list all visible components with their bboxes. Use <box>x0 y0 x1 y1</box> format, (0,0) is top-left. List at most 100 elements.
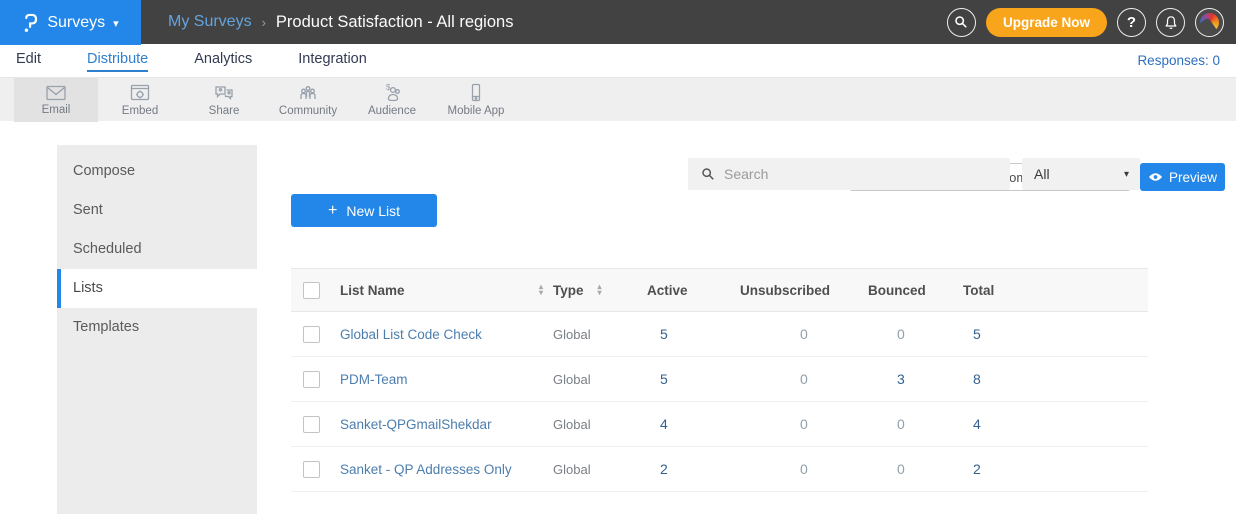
bounced-count[interactable]: 0 <box>897 416 905 432</box>
search-button[interactable] <box>947 8 976 37</box>
bell-icon <box>1164 15 1178 30</box>
list-type: Global <box>553 462 647 477</box>
header-actions: Upgrade Now ? <box>947 0 1224 44</box>
sidebar-item-sent[interactable]: Sent <box>57 191 257 230</box>
help-button[interactable]: ? <box>1117 8 1146 37</box>
embed-icon <box>128 84 152 104</box>
channel-label: Share <box>209 105 240 117</box>
app-logo[interactable]: Surveys ▾ <box>0 0 141 45</box>
lists-table: List Name ▴▾ Type ▴▾ Active Unsubscribed… <box>291 268 1148 492</box>
tab-analytics[interactable]: Analytics <box>194 51 252 72</box>
channel-label: Email <box>42 104 71 116</box>
channel-label: Embed <box>122 105 158 117</box>
page: Surveys ▾ My Surveys › Product Satisfact… <box>0 0 1236 514</box>
unsubscribed-count[interactable]: 0 <box>800 371 808 387</box>
list-name-link[interactable]: Sanket-QPGmailShekdar <box>340 417 492 432</box>
active-count[interactable]: 2 <box>660 461 668 477</box>
search-icon <box>954 15 968 29</box>
bounced-count[interactable]: 0 <box>897 461 905 477</box>
plus-icon: + <box>328 202 337 220</box>
upgrade-now-button[interactable]: Upgrade Now <box>986 8 1107 37</box>
channel-embed[interactable]: Embed <box>98 78 182 122</box>
eye-icon <box>1148 172 1163 182</box>
sort-icon[interactable]: ▴▾ <box>539 284 543 296</box>
search-icon <box>701 167 715 181</box>
distribute-toolbar: Email Embed Share <box>0 77 1236 121</box>
sidebar-item-lists[interactable]: Lists <box>57 269 257 308</box>
active-count[interactable]: 5 <box>660 326 668 342</box>
channel-mobile-app[interactable]: Mobile App <box>434 78 518 122</box>
total-count[interactable]: 2 <box>973 461 981 477</box>
email-icon <box>44 84 68 103</box>
new-list-button[interactable]: + New List <box>291 194 437 227</box>
breadcrumb: My Surveys › Product Satisfaction - All … <box>168 0 513 44</box>
table-header-row: List Name ▴▾ Type ▴▾ Active Unsubscribed… <box>291 268 1148 312</box>
list-type: Global <box>553 327 647 342</box>
sidebar-item-scheduled[interactable]: Scheduled <box>57 230 257 269</box>
list-name-link[interactable]: PDM-Team <box>340 372 408 387</box>
column-header-type[interactable]: Type ▴▾ <box>553 283 647 298</box>
new-list-label: New List <box>346 203 400 219</box>
chevron-down-icon: ▾ <box>1124 169 1129 180</box>
top-header: Surveys ▾ My Surveys › Product Satisfact… <box>0 0 1236 44</box>
active-count[interactable]: 5 <box>660 371 668 387</box>
questionpro-logo-icon <box>22 11 39 35</box>
column-header-list-name[interactable]: List Name ▴▾ <box>340 283 553 298</box>
table-row: PDM-Team Global 5 0 3 8 <box>291 357 1148 402</box>
tab-integration[interactable]: Integration <box>298 51 367 72</box>
avatar[interactable] <box>1195 8 1224 37</box>
notifications-button[interactable] <box>1156 8 1185 37</box>
unsubscribed-count[interactable]: 0 <box>800 416 808 432</box>
preview-button[interactable]: Preview <box>1140 163 1225 191</box>
column-header-active: Active <box>647 283 740 298</box>
bounced-count[interactable]: 0 <box>897 326 905 342</box>
unsubscribed-count[interactable]: 0 <box>800 326 808 342</box>
tab-edit[interactable]: Edit <box>16 51 41 72</box>
tab-distribute[interactable]: Distribute <box>87 51 148 72</box>
channel-audience[interactable]: $ Audience <box>350 78 434 122</box>
search-input[interactable] <box>724 166 1010 182</box>
bounced-count[interactable]: 3 <box>897 371 905 387</box>
audience-icon: $ <box>380 84 404 104</box>
filter-dropdown[interactable]: All ▾ <box>1022 158 1140 190</box>
channel-community[interactable]: Community <box>266 78 350 122</box>
email-sidebar: Compose Sent Scheduled Lists Templates <box>57 145 257 514</box>
channel-email[interactable]: Email <box>14 78 98 122</box>
total-count[interactable]: 4 <box>973 416 981 432</box>
unsubscribed-count[interactable]: 0 <box>800 461 808 477</box>
list-name-link[interactable]: Sanket - QP Addresses Only <box>340 462 512 477</box>
total-count[interactable]: 5 <box>973 326 981 342</box>
responses-count[interactable]: Responses: 0 <box>1137 53 1220 68</box>
breadcrumb-my-surveys[interactable]: My Surveys <box>168 13 252 31</box>
list-type: Global <box>553 372 647 387</box>
channel-label: Mobile App <box>448 105 505 117</box>
table-row: Sanket - QP Addresses Only Global 2 0 0 … <box>291 447 1148 492</box>
channel-items: Email Embed Share <box>14 78 518 122</box>
question-mark-icon: ? <box>1127 14 1136 31</box>
select-all-checkbox[interactable] <box>303 282 320 299</box>
active-count[interactable]: 4 <box>660 416 668 432</box>
column-header-bounced: Bounced <box>868 283 963 298</box>
sort-icon[interactable]: ▴▾ <box>598 284 602 296</box>
row-checkbox[interactable] <box>303 461 320 478</box>
preview-label: Preview <box>1169 170 1217 185</box>
product-name: Surveys <box>47 14 105 32</box>
survey-nav: Edit Distribute Analytics Integration Re… <box>0 45 1236 77</box>
list-type: Global <box>553 417 647 432</box>
total-count[interactable]: 8 <box>973 371 981 387</box>
column-header-total: Total <box>963 283 1053 298</box>
row-checkbox[interactable] <box>303 416 320 433</box>
row-checkbox[interactable] <box>303 326 320 343</box>
channel-label: Audience <box>368 105 416 117</box>
table-row: Sanket-QPGmailShekdar Global 4 0 0 4 <box>291 402 1148 447</box>
list-name-link[interactable]: Global List Code Check <box>340 327 482 342</box>
survey-title: Product Satisfaction - All regions <box>276 13 514 32</box>
filter-value: All <box>1034 166 1050 182</box>
sidebar-item-compose[interactable]: Compose <box>57 152 257 191</box>
channel-label: Community <box>279 105 337 117</box>
row-checkbox[interactable] <box>303 371 320 388</box>
mobile-app-icon <box>464 83 488 104</box>
channel-share[interactable]: Share <box>182 78 266 122</box>
sidebar-item-templates[interactable]: Templates <box>57 308 257 347</box>
column-header-unsubscribed: Unsubscribed <box>740 283 868 298</box>
